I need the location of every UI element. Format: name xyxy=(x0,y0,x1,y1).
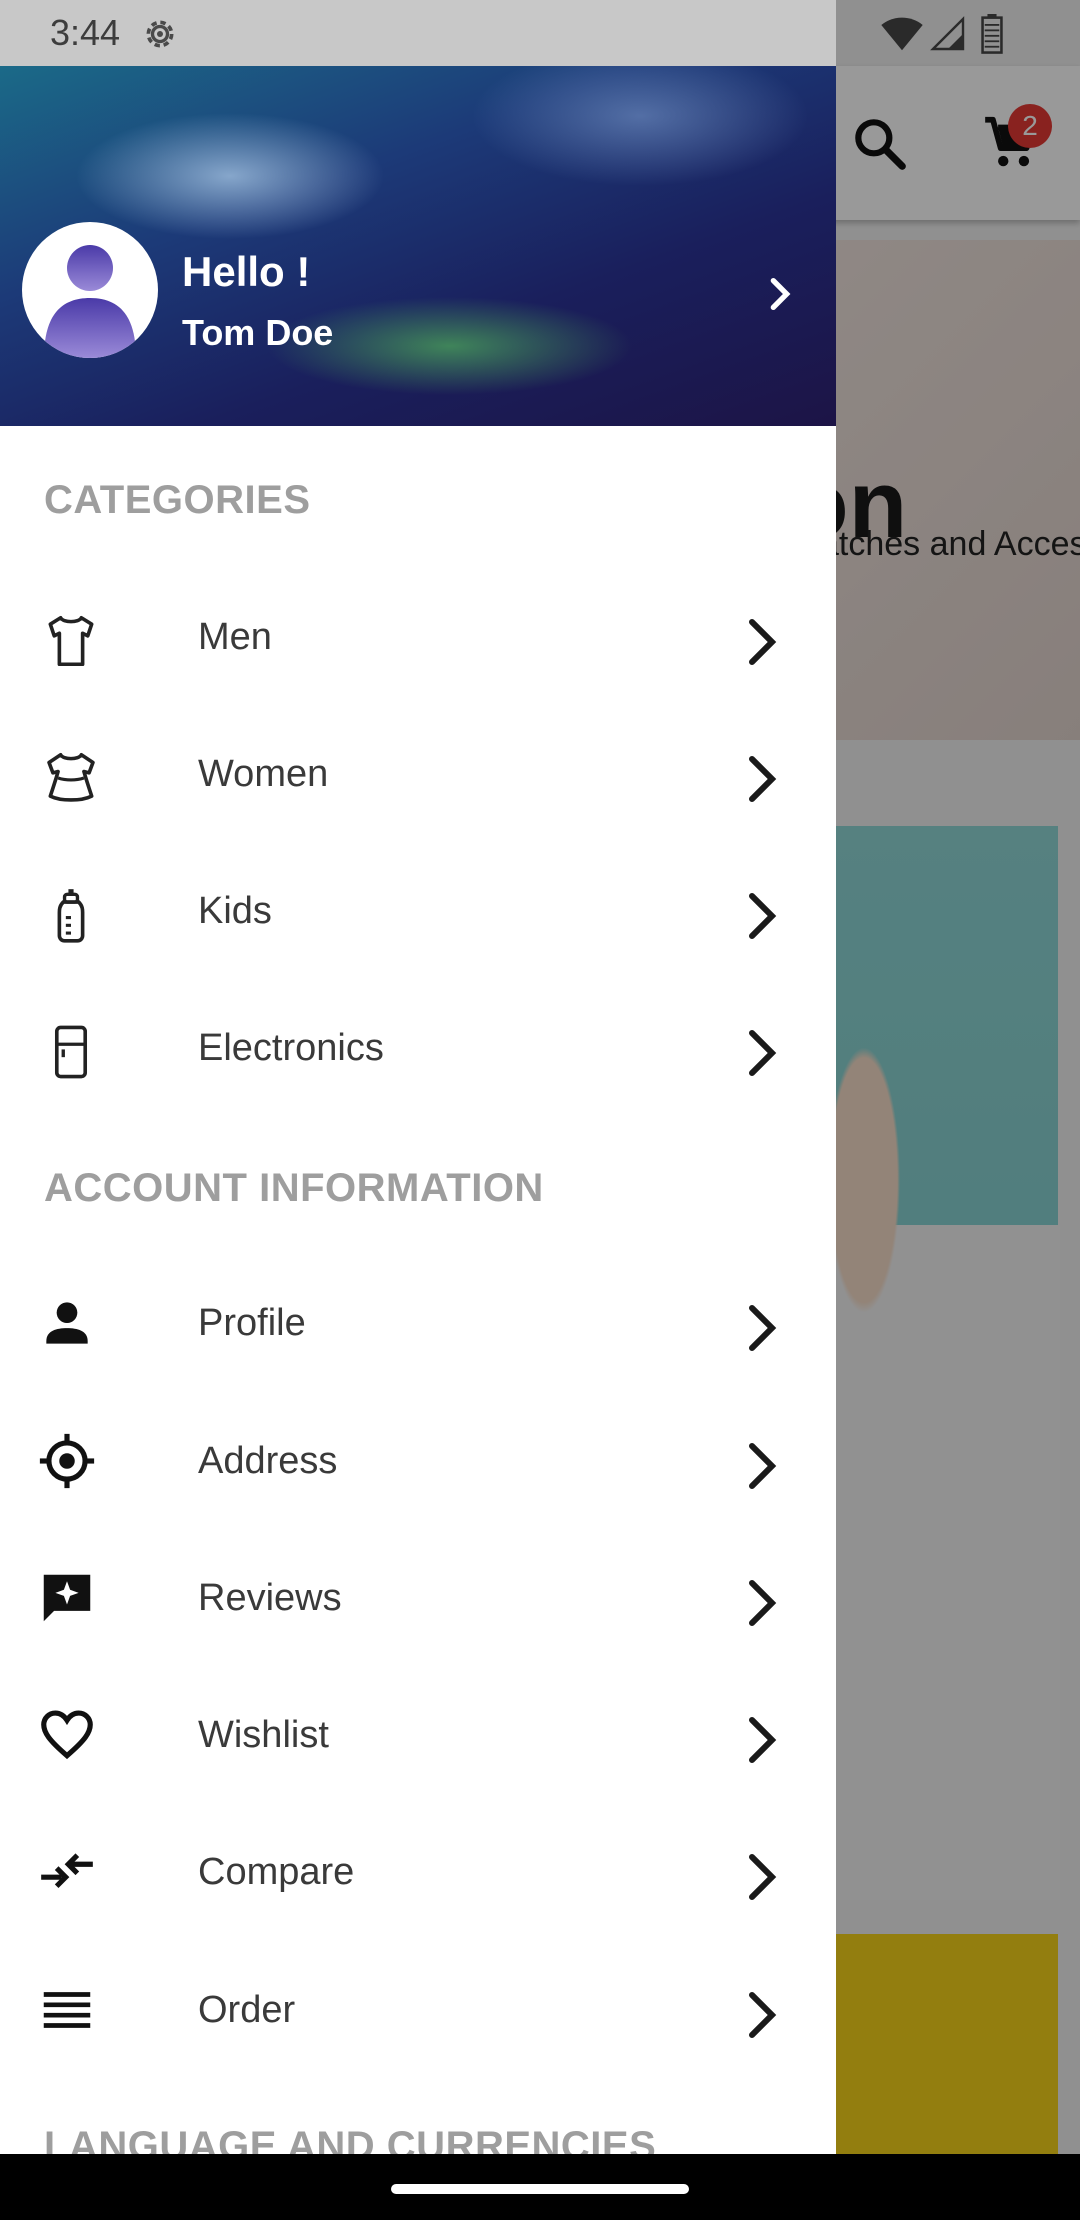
settings-gear-icon xyxy=(146,20,174,48)
menu-item-women[interactable]: Women xyxy=(0,709,836,847)
chevron-right-icon xyxy=(749,619,777,665)
account-section-title: ACCOUNT INFORMATION xyxy=(44,1166,544,1210)
chevron-right-icon xyxy=(749,1717,777,1763)
menu-item-label: Electronics xyxy=(198,1027,384,1069)
menu-item-wishlist[interactable]: Wishlist xyxy=(0,1670,836,1808)
greeting-text: Hello ! xyxy=(182,248,311,295)
categories-section-title: CATEGORIES xyxy=(44,478,311,522)
status-bar: 3:44 xyxy=(0,0,1080,66)
screen: 2 on atches and Accesorie xyxy=(0,0,1080,2220)
review-icon xyxy=(43,1574,91,1622)
home-gesture-handle[interactable] xyxy=(391,2184,689,2194)
menu-item-label: Wishlist xyxy=(198,1714,329,1756)
language-section-title: LANGUAGE AND CURRENCIES xyxy=(44,2124,657,2154)
wifi-icon xyxy=(881,17,923,51)
user-avatar-icon xyxy=(44,245,136,358)
baby-bottle-icon xyxy=(57,889,85,943)
compare-arrows-icon xyxy=(41,1853,93,1889)
chevron-right-icon xyxy=(749,1580,777,1626)
chevron-right-icon xyxy=(749,756,777,802)
menu-item-electronics[interactable]: Electronics xyxy=(0,983,836,1121)
status-time: 3:44 xyxy=(50,12,121,53)
dress-icon xyxy=(47,752,95,802)
menu-item-profile[interactable]: Profile xyxy=(0,1258,836,1396)
menu-item-kids[interactable]: Kids xyxy=(0,846,836,984)
menu-item-label: Address xyxy=(198,1440,338,1482)
menu-item-label: Men xyxy=(198,616,272,658)
menu-item-reviews[interactable]: Reviews xyxy=(0,1533,836,1671)
avatar[interactable] xyxy=(22,222,158,358)
chevron-right-icon xyxy=(749,1854,777,1900)
navigation-drawer: Hello ! Tom Doe CATEGORIES Men Women Kid… xyxy=(0,0,836,2154)
navigation-bar xyxy=(0,2154,1080,2220)
menu-item-label: Kids xyxy=(198,890,272,932)
chevron-right-icon xyxy=(749,1305,777,1351)
list-icon xyxy=(43,1992,91,2028)
menu-item-order[interactable]: Order xyxy=(0,1945,836,2083)
person-icon xyxy=(46,1302,88,1344)
cellular-signal-icon xyxy=(930,16,965,51)
fridge-icon xyxy=(54,1025,88,1079)
chevron-right-icon xyxy=(749,893,777,939)
menu-item-label: Compare xyxy=(198,1851,355,1893)
menu-item-label: Profile xyxy=(198,1302,306,1344)
chevron-right-icon xyxy=(749,1030,777,1076)
menu-item-label: Order xyxy=(198,1989,296,2031)
user-name: Tom Doe xyxy=(182,312,334,353)
menu-item-men[interactable]: Men xyxy=(0,572,836,710)
menu-item-label: Women xyxy=(198,753,329,795)
menu-item-compare[interactable]: Compare xyxy=(0,1807,836,1945)
chevron-right-icon[interactable] xyxy=(760,270,800,318)
heart-icon xyxy=(41,1710,93,1760)
tshirt-icon xyxy=(48,615,94,667)
chevron-right-icon xyxy=(749,1443,777,1489)
menu-item-address[interactable]: Address xyxy=(0,1396,836,1534)
battery-icon xyxy=(981,14,1003,54)
chevron-right-icon xyxy=(749,1992,777,2038)
drawer-header[interactable]: Hello ! Tom Doe xyxy=(0,66,836,426)
menu-item-label: Reviews xyxy=(198,1577,342,1619)
location-target-icon xyxy=(39,1433,95,1489)
